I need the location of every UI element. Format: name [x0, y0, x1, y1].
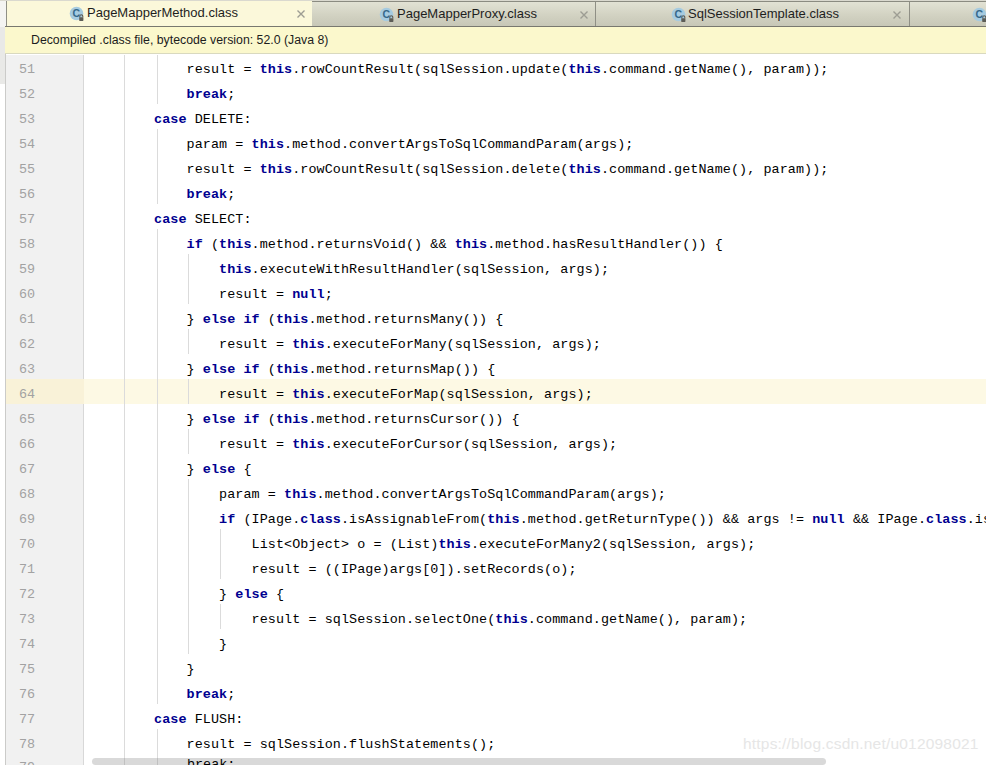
svg-text:C: C	[675, 8, 683, 20]
svg-text:C: C	[976, 8, 984, 20]
svg-text:C: C	[73, 7, 81, 19]
svg-text:C: C	[383, 8, 391, 20]
